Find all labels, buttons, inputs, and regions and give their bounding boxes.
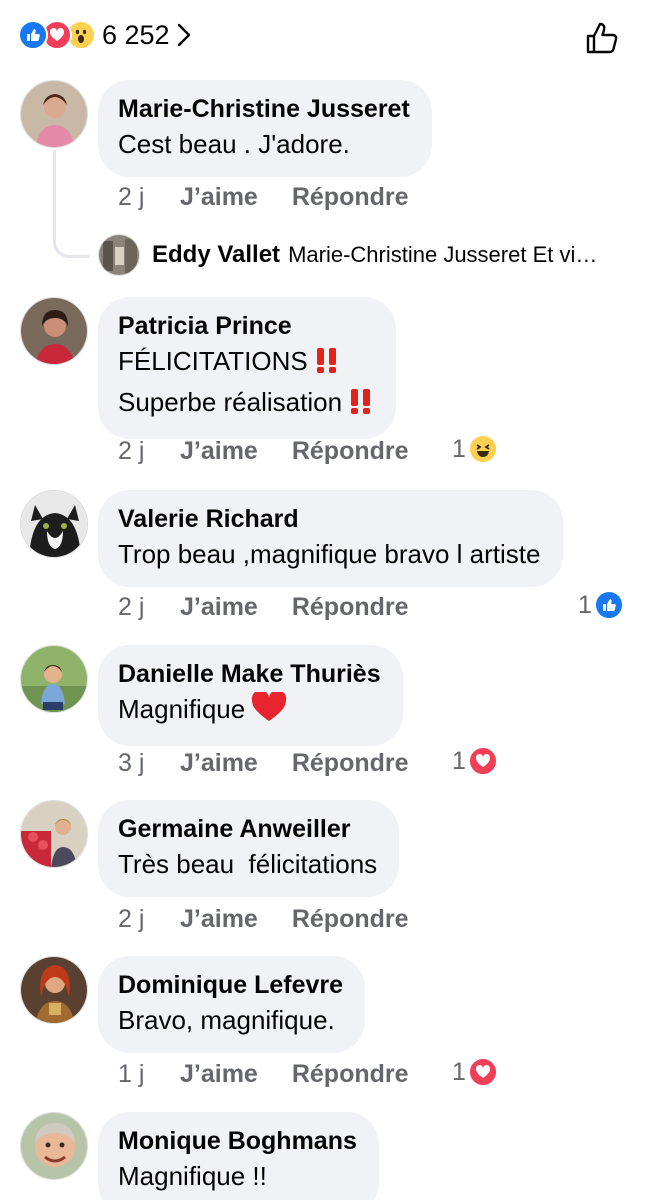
comment-reactions[interactable]: 1: [452, 1057, 498, 1087]
reply-text: Marie-Christine Jusseret Et vi…: [288, 242, 598, 267]
comment-time[interactable]: 1 j: [118, 1060, 180, 1089]
reaction-count: 1: [452, 1057, 466, 1086]
comment-reactions[interactable]: 1: [578, 590, 624, 620]
reaction-count: 1: [452, 746, 466, 775]
comment-time[interactable]: 2 j: [118, 183, 180, 212]
avatar[interactable]: [20, 1112, 88, 1180]
comments-page: 6 252 Marie-Christine Jusseret Cest beau…: [0, 0, 652, 1200]
comment-text: Cest beau . J'adore.: [118, 129, 350, 159]
like-button[interactable]: J’aime: [180, 183, 258, 212]
comment-text: Superbe réalisation: [118, 387, 343, 417]
reaction-summary[interactable]: 6 252: [18, 18, 192, 52]
reply-author: Eddy Vallet: [152, 241, 281, 268]
reply-button[interactable]: Répondre: [292, 1060, 409, 1089]
comment-time[interactable]: 3 j: [118, 749, 180, 778]
avatar[interactable]: [20, 80, 88, 148]
like-button[interactable]: J’aime: [180, 1060, 258, 1089]
like-button[interactable]: J’aime: [180, 593, 258, 622]
comment-time[interactable]: 2 j: [118, 593, 180, 622]
reply-button[interactable]: Répondre: [292, 905, 409, 934]
comment-author[interactable]: Danielle Make Thuriès: [118, 657, 381, 691]
double-exclamation-icon: [348, 387, 374, 425]
comment-actions: 2 j J’aime Répondre: [118, 183, 409, 212]
comment-actions: 2 j J’aime Répondre: [118, 593, 409, 622]
reaction-icons: [18, 20, 96, 50]
comment-text-line: Superbe réalisation: [118, 384, 374, 425]
comment-bubble: Monique Boghmans Magnifique !!: [98, 1112, 379, 1200]
comment-author[interactable]: Patricia Prince: [118, 309, 374, 343]
avatar[interactable]: [20, 956, 88, 1024]
love-icon: [467, 1057, 498, 1087]
comment-actions: 2 j J’aime Répondre: [118, 905, 409, 934]
like-icon: [18, 20, 48, 50]
comment-text: Très beau félicitations: [118, 849, 378, 879]
comment-bubble: Valerie Richard Trop beau ,magnifique br…: [98, 490, 563, 587]
reaction-count: 1: [452, 434, 466, 463]
red-heart-icon: [251, 690, 287, 732]
comment-time[interactable]: 2 j: [118, 905, 180, 934]
avatar[interactable]: [20, 490, 88, 558]
like-outline-icon[interactable]: [582, 18, 622, 58]
comment-reactions[interactable]: 1: [452, 746, 498, 776]
haha-icon: [467, 434, 498, 464]
like-icon: [593, 590, 624, 620]
comment-author[interactable]: Marie-Christine Jusseret: [118, 92, 410, 126]
like-button[interactable]: J’aime: [180, 749, 258, 778]
reaction-count: 1: [578, 590, 592, 619]
avatar: [98, 234, 140, 276]
avatar[interactable]: [20, 645, 88, 713]
reply-button[interactable]: Répondre: [292, 183, 409, 212]
comment-text: Bravo, magnifique.: [118, 1005, 335, 1035]
thread-connector: [53, 150, 89, 258]
reply-button[interactable]: Répondre: [292, 437, 409, 466]
comment-author[interactable]: Monique Boghmans: [118, 1124, 357, 1158]
reply-button[interactable]: Répondre: [292, 593, 409, 622]
reply-preview[interactable]: Eddy Vallet Marie-Christine Jusseret Et …: [98, 234, 597, 276]
comment-time[interactable]: 2 j: [118, 437, 180, 466]
comment-author[interactable]: Dominique Lefevre: [118, 968, 343, 1002]
comment-bubble: Germaine Anweiller Très beau félicitatio…: [98, 800, 400, 897]
comment-bubble: Marie-Christine Jusseret Cest beau . J'a…: [98, 80, 432, 177]
comment-bubble: Dominique Lefevre Bravo, magnifique.: [98, 956, 366, 1053]
reaction-count: 6 252: [102, 19, 170, 50]
comment-actions: 2 j J’aime Répondre: [118, 437, 409, 466]
comment-author[interactable]: Valerie Richard: [118, 502, 541, 536]
comment-text: Magnifique: [118, 694, 246, 724]
comment-bubble: Patricia Prince FÉLICITATIONS Superbe ré…: [98, 297, 397, 439]
avatar[interactable]: [20, 297, 88, 365]
comment-reactions[interactable]: 1: [452, 434, 498, 464]
chevron-right-icon: [176, 22, 192, 48]
comment-text-line: Magnifique: [118, 690, 381, 732]
double-exclamation-icon: [314, 346, 340, 384]
like-button[interactable]: J’aime: [180, 437, 258, 466]
reply-button[interactable]: Répondre: [292, 749, 409, 778]
avatar[interactable]: [20, 800, 88, 868]
comment-text: FÉLICITATIONS: [118, 346, 308, 376]
comment-actions: 3 j J’aime Répondre: [118, 749, 409, 778]
comment-actions: 1 j J’aime Répondre: [118, 1060, 409, 1089]
love-icon: [467, 746, 498, 776]
comment-author[interactable]: Germaine Anweiller: [118, 812, 377, 846]
comment-text: Trop beau ,magnifique bravo l artiste: [118, 539, 541, 569]
comment-bubble: Danielle Make Thuriès Magnifique: [98, 645, 403, 746]
comment-text-line: FÉLICITATIONS: [118, 343, 374, 384]
like-button[interactable]: J’aime: [180, 905, 258, 934]
comment-text: Magnifique !!: [118, 1161, 267, 1191]
